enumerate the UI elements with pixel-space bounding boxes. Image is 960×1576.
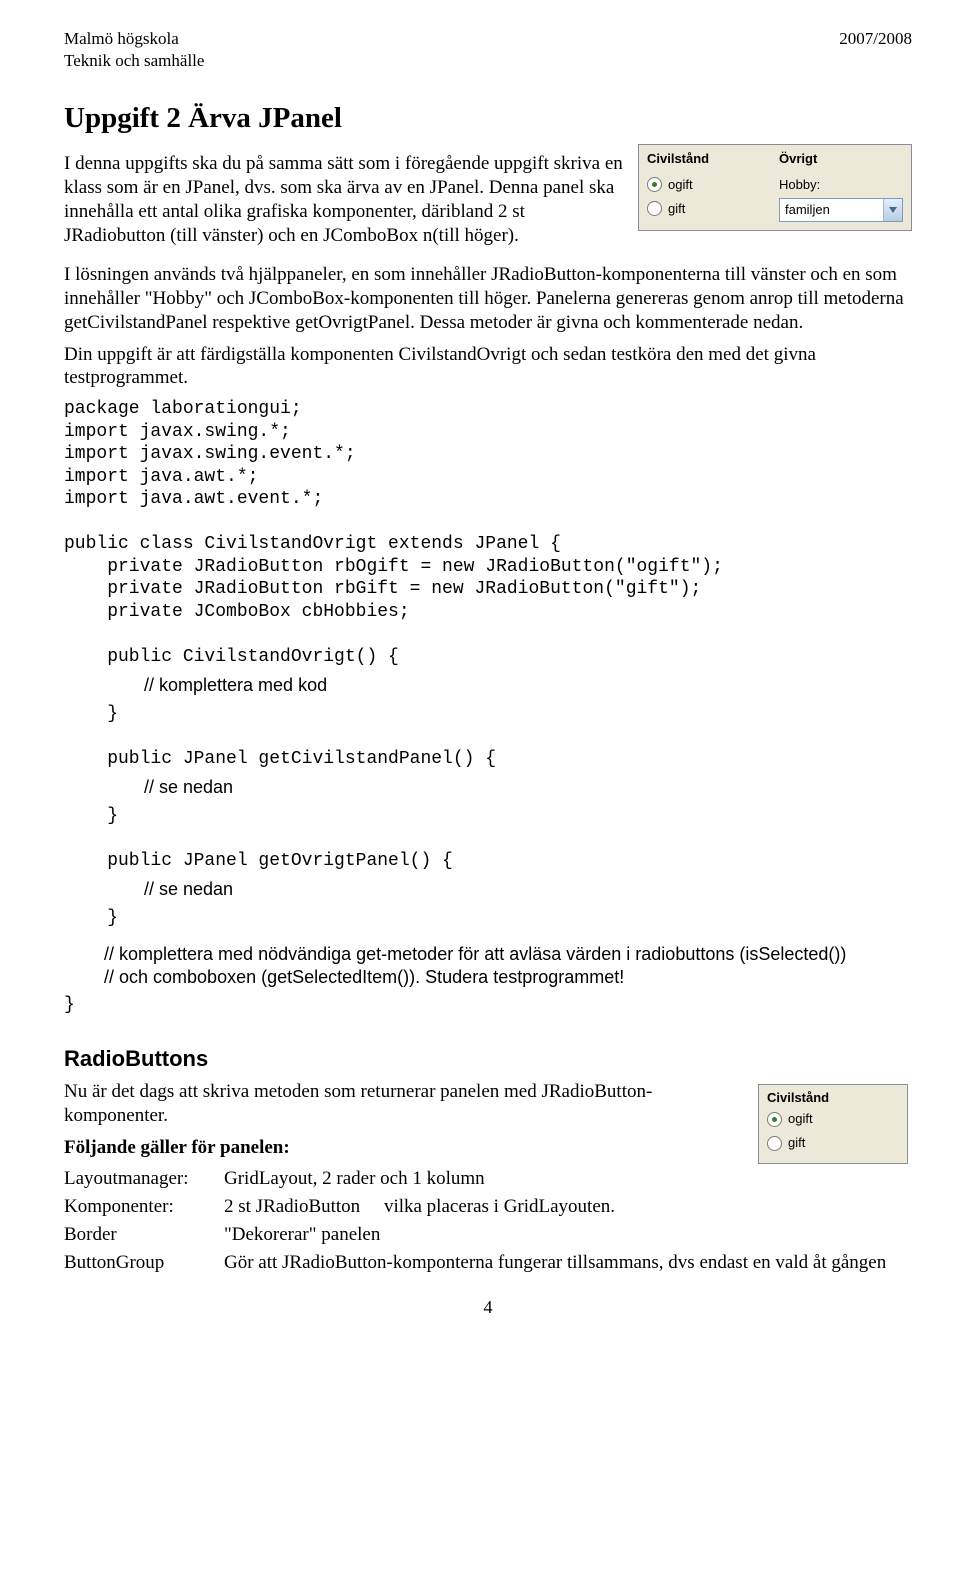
header-right: 2007/2008 [839, 28, 912, 72]
civilstand-ovrigt-panel: Civilstånd ogift gift Övrigt Hobby: fami… [638, 144, 912, 230]
radio-gift-label: gift [668, 201, 685, 217]
radio-ogift-label-2: ogift [788, 1111, 813, 1127]
chevron-down-icon [889, 207, 897, 213]
code-brace-4: } [64, 994, 912, 1017]
civilstand-panel-small: Civilstånd ogift gift [758, 1084, 908, 1164]
code-brace-3: } [64, 907, 912, 930]
radio-gift-2[interactable] [767, 1136, 782, 1151]
radio-ogift-2[interactable] [767, 1112, 782, 1127]
body-p2: I lösningen används två hjälppaneler, en… [64, 263, 912, 334]
radio-gift[interactable] [647, 201, 662, 216]
hobby-combobox[interactable]: familjen [779, 198, 903, 222]
prop-val-layout: GridLayout, 2 rader och 1 kolumn [224, 1167, 485, 1191]
radio-ogift-label: ogift [668, 177, 693, 193]
radio-gift-label-2: gift [788, 1135, 805, 1151]
page-number: 4 [64, 1296, 912, 1319]
radio-ogift[interactable] [647, 177, 662, 192]
code-brace-1: } public JPanel getCivilstandPanel() { [64, 703, 912, 771]
ovrigt-label: Övrigt [779, 151, 903, 167]
prop-key-border: Border [64, 1223, 224, 1247]
body-p3: Din uppgift är att färdigställa komponen… [64, 343, 912, 391]
code-comment-4: // komplettera med nödvändiga get-metode… [64, 943, 912, 966]
code-brace-2: } public JPanel getOvrigtPanel() { [64, 805, 912, 873]
combo-value: familjen [780, 202, 883, 218]
intro-paragraph: I denna uppgifts ska du på samma sätt so… [64, 152, 624, 247]
hobby-label: Hobby: [779, 177, 820, 193]
header-left-1: Malmö högskola [64, 28, 204, 50]
civilstand-label-2: Civilstånd [767, 1090, 899, 1106]
combo-dropdown-button[interactable] [883, 199, 902, 221]
code-block-1: package laborationgui; import javax.swin… [64, 398, 912, 668]
civilstand-label: Civilstånd [647, 151, 771, 167]
radio-dot-icon [652, 182, 657, 187]
prop-val-buttongroup: Gör att JRadioButton-komponterna fungera… [224, 1251, 886, 1275]
page-header: Malmö högskola Teknik och samhälle 2007/… [64, 28, 912, 72]
code-comment-3: // se nedan [64, 878, 912, 901]
section-radiobuttons-heading: RadioButtons [64, 1045, 912, 1073]
properties-list: Layoutmanager: GridLayout, 2 rader och 1… [64, 1167, 912, 1274]
header-left-2: Teknik och samhälle [64, 50, 204, 72]
page-title: Uppgift 2 Ärva JPanel [64, 100, 912, 136]
code-comment-1: // komplettera med kod [64, 674, 912, 697]
prop-key-buttongroup: ButtonGroup [64, 1251, 224, 1275]
prop-key-components: Komponenter: [64, 1195, 224, 1219]
radio-dot-icon [772, 1117, 777, 1122]
code-comment-5: // och comboboxen (getSelectedItem()). S… [64, 966, 912, 989]
prop-key-layout: Layoutmanager: [64, 1167, 224, 1191]
prop-val-components: 2 st JRadioButton vilka placeras i GridL… [224, 1195, 615, 1219]
prop-val-border: "Dekorerar" panelen [224, 1223, 380, 1247]
code-comment-2: // se nedan [64, 776, 912, 799]
